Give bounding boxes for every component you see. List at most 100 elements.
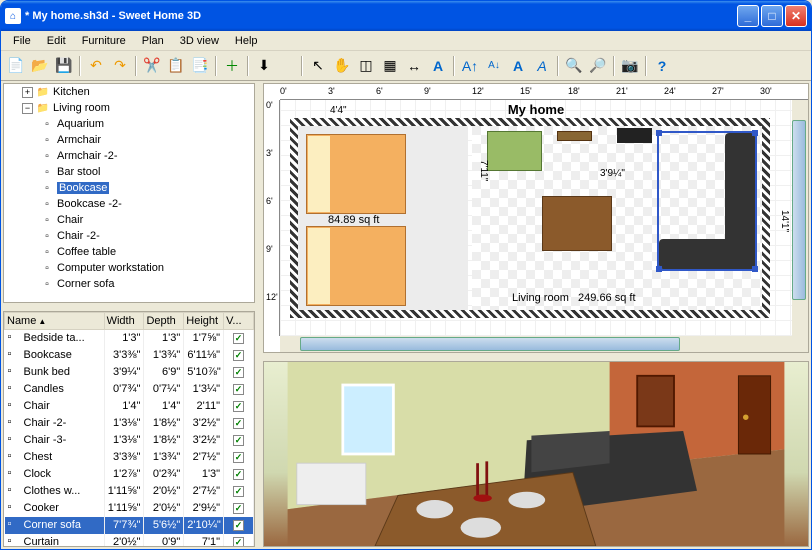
- minimize-button[interactable]: _: [737, 5, 759, 27]
- furniture-desk[interactable]: [487, 131, 542, 171]
- col-header[interactable]: Name▲: [5, 313, 105, 330]
- dim-label-3: 3'9¼": [600, 168, 625, 179]
- furniture-bed1[interactable]: [306, 134, 406, 214]
- plan-view[interactable]: 0'3'6'9'12'15'18'21'24'27'30' 0'3'6'9'12…: [263, 83, 809, 353]
- col-header[interactable]: Width: [104, 313, 144, 330]
- text-bold[interactable]: A: [507, 55, 529, 77]
- room2-name: Living room: [512, 292, 569, 304]
- table-row[interactable]: ▫Bedside ta...1'3"1'3"1'7⅝"✓: [5, 330, 254, 347]
- open-button[interactable]: 📂: [29, 55, 51, 77]
- tree-category[interactable]: −📁Living room: [4, 100, 254, 116]
- furniture-table[interactable]: [542, 196, 612, 251]
- menu-file[interactable]: File: [5, 33, 39, 49]
- room-living[interactable]: Living room 249.66 sq ft: [472, 126, 762, 310]
- dim-label-1: 4'4": [330, 105, 347, 116]
- furniture-tv[interactable]: [617, 128, 652, 143]
- tree-item[interactable]: ▫Chair -2-: [4, 228, 254, 244]
- menubar: File Edit Furniture Plan 3D view Help: [1, 31, 811, 51]
- col-header[interactable]: Height: [184, 313, 224, 330]
- titlebar[interactable]: ⌂ * My home.sh3d - Sweet Home 3D _ □ ✕: [1, 1, 811, 31]
- wall-tool[interactable]: ◫: [355, 55, 377, 77]
- right-pane: 0'3'6'9'12'15'18'21'24'27'30' 0'3'6'9'12…: [261, 81, 811, 549]
- photo-button[interactable]: 📷: [619, 55, 641, 77]
- undo-button[interactable]: ↶: [85, 55, 107, 77]
- help-button[interactable]: ?: [651, 55, 673, 77]
- table-row[interactable]: ▫Clock1'2⅞"0'2¾"1'3"✓: [5, 466, 254, 483]
- add-furniture-button[interactable]: ＋: [221, 55, 243, 77]
- left-pane: +📁Kitchen−📁Living room▫Aquarium▫Armchair…: [1, 81, 261, 549]
- content-area: +📁Kitchen−📁Living room▫Aquarium▫Armchair…: [1, 81, 811, 549]
- ruler-horizontal: 0'3'6'9'12'15'18'21'24'27'30': [280, 84, 808, 100]
- text-tool[interactable]: A: [427, 55, 449, 77]
- dimension-tool[interactable]: ↔: [403, 55, 425, 77]
- tree-item[interactable]: ▫Armchair -2-: [4, 148, 254, 164]
- menu-3dview[interactable]: 3D view: [172, 33, 227, 49]
- table-row[interactable]: ▫Chair1'4"1'4"2'11"✓: [5, 398, 254, 415]
- table-row[interactable]: ▫Chair -3-1'3⅛"1'8½"3'2½"✓: [5, 432, 254, 449]
- tree-item[interactable]: ▫Bookcase -2-: [4, 196, 254, 212]
- dim-label-4: 14'1": [779, 210, 790, 232]
- table-row[interactable]: ▫Cooker1'11⅝"2'0½"2'9½"✓: [5, 500, 254, 517]
- table-row[interactable]: ▫Candles0'7¾"0'7¼"1'3¼"✓: [5, 381, 254, 398]
- tree-item[interactable]: ▫Armchair: [4, 132, 254, 148]
- vsplitter-right[interactable]: [261, 355, 811, 359]
- cut-button[interactable]: ✂️: [141, 55, 163, 77]
- zoom-in-button[interactable]: 🔍: [563, 55, 585, 77]
- import-button[interactable]: ⬇: [253, 55, 275, 77]
- tree-item[interactable]: ▫Bar stool: [4, 164, 254, 180]
- text-italic[interactable]: A: [531, 55, 553, 77]
- tree-item[interactable]: ▫Bookcase: [4, 180, 254, 196]
- close-button[interactable]: ✕: [785, 5, 807, 27]
- text-size-down[interactable]: A↓: [483, 55, 505, 77]
- text-size-up[interactable]: A↑: [459, 55, 481, 77]
- furniture-selected-sofa[interactable]: [657, 131, 757, 271]
- app-window: ⌂ * My home.sh3d - Sweet Home 3D _ □ ✕ F…: [0, 0, 812, 550]
- menu-edit[interactable]: Edit: [39, 33, 74, 49]
- new-button[interactable]: 📄: [5, 55, 27, 77]
- tree-item[interactable]: ▫Chair: [4, 212, 254, 228]
- zoom-out-button[interactable]: 🔎: [587, 55, 609, 77]
- outer-wall[interactable]: 84.89 sq ft: [290, 118, 770, 318]
- furniture-tree[interactable]: +📁Kitchen−📁Living room▫Aquarium▫Armchair…: [3, 83, 255, 303]
- redo-button[interactable]: ↷: [109, 55, 131, 77]
- table-row[interactable]: ▫Corner sofa7'7¾"5'6½"2'10¼"✓: [5, 517, 254, 534]
- maximize-button[interactable]: □: [761, 5, 783, 27]
- room1-area: 84.89 sq ft: [328, 214, 379, 226]
- table-row[interactable]: ▫Chest3'3⅜"1'3¾"2'7½"✓: [5, 449, 254, 466]
- col-header[interactable]: Depth: [144, 313, 184, 330]
- furniture-table[interactable]: Name▲WidthDepthHeightV...▫Bedside ta...1…: [3, 311, 255, 547]
- table-row[interactable]: ▫Curtain2'0½"0'9"7'1"✓: [5, 534, 254, 548]
- plan-hscroll[interactable]: [280, 336, 808, 352]
- tree-item[interactable]: ▫Aquarium: [4, 116, 254, 132]
- menu-furniture[interactable]: Furniture: [74, 33, 134, 49]
- tree-item[interactable]: ▫Corner sofa: [4, 276, 254, 292]
- hscroll-thumb[interactable]: [300, 337, 680, 351]
- pan-tool[interactable]: ✋: [331, 55, 353, 77]
- vscroll-thumb[interactable]: [792, 120, 806, 300]
- select-tool[interactable]: ↖: [307, 55, 329, 77]
- tree-category[interactable]: +📁Kitchen: [4, 84, 254, 100]
- 3d-view[interactable]: [263, 361, 809, 547]
- room-bedroom[interactable]: 84.89 sq ft: [298, 126, 468, 310]
- plan-title: My home: [508, 102, 564, 117]
- tree-item[interactable]: ▫Coffee table: [4, 244, 254, 260]
- plan-canvas[interactable]: My home 84.89 sq ft: [280, 100, 792, 336]
- furniture-bed2[interactable]: [306, 226, 406, 306]
- menu-plan[interactable]: Plan: [134, 33, 172, 49]
- paste-button[interactable]: 📑: [189, 55, 211, 77]
- table-row[interactable]: ▫Clothes w...1'11⅝"2'0½"2'7½"✓: [5, 483, 254, 500]
- menu-help[interactable]: Help: [227, 33, 266, 49]
- table-row[interactable]: ▫Chair -2-1'3⅛"1'8½"3'2½"✓: [5, 415, 254, 432]
- room-tool[interactable]: ▦: [379, 55, 401, 77]
- vsplitter-left[interactable]: [1, 305, 257, 309]
- plan-vscroll[interactable]: [792, 100, 808, 336]
- room2-area: 249.66 sq ft: [578, 292, 636, 304]
- dim-label-2: 7'11": [478, 160, 489, 181]
- col-header[interactable]: V...: [224, 313, 254, 330]
- furniture-bookcase[interactable]: [557, 131, 592, 141]
- copy-button[interactable]: 📋: [165, 55, 187, 77]
- save-button[interactable]: 💾: [53, 55, 75, 77]
- table-row[interactable]: ▫Bookcase3'3⅜"1'3¾"6'11⅛"✓: [5, 347, 254, 364]
- table-row[interactable]: ▫Bunk bed3'9¼"6'9"5'10⅞"✓: [5, 364, 254, 381]
- tree-item[interactable]: ▫Computer workstation: [4, 260, 254, 276]
